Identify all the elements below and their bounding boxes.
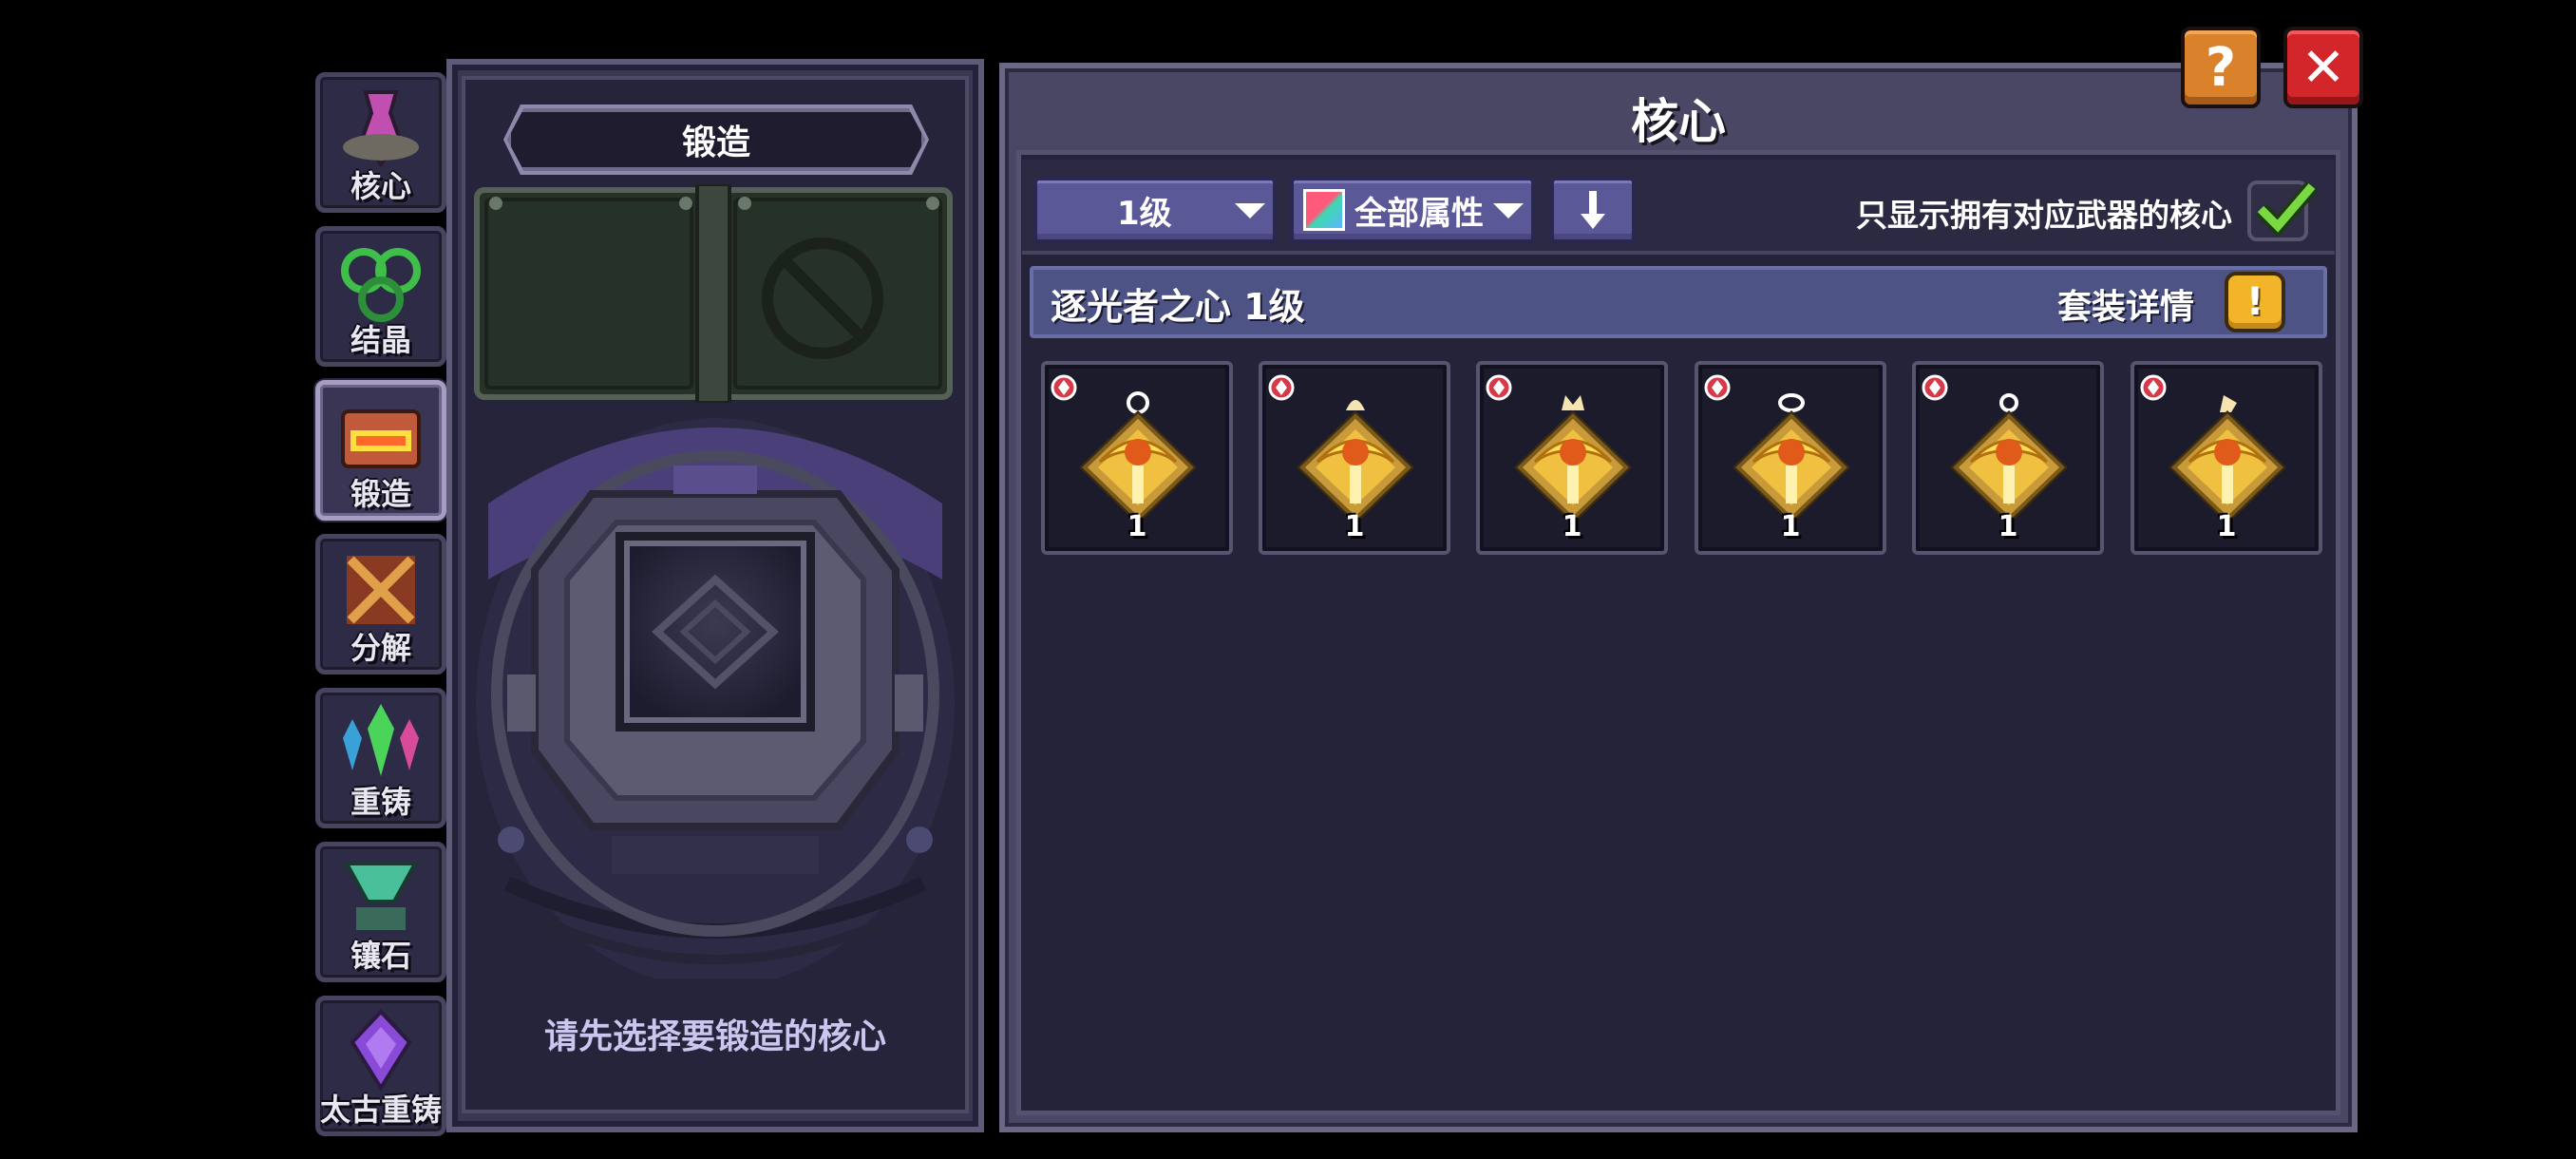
tab-label: 重铸 bbox=[350, 784, 411, 820]
core-level: 1 bbox=[1562, 510, 1582, 543]
sort-order-button[interactable] bbox=[1550, 177, 1636, 243]
owned-weapon-toggle-label: 只显示拥有对应武器的核心 bbox=[1856, 197, 2232, 234]
forge-hint-text: 请先选择要锻造的核心 bbox=[543, 1017, 886, 1056]
tab-label: 镶石 bbox=[350, 938, 411, 974]
lightseeker-core-icon bbox=[1297, 400, 1414, 524]
core-level: 1 bbox=[1780, 510, 1801, 543]
level-filter-dropdown[interactable]: 1级 bbox=[1033, 177, 1277, 243]
close-button[interactable]: ✕ bbox=[2283, 27, 2363, 108]
tab-label: 太古重铸 bbox=[320, 1092, 443, 1128]
level-filter-value: 1级 bbox=[1117, 194, 1172, 233]
tab-inlay[interactable]: 镶石 bbox=[315, 842, 446, 982]
chevron-down-icon bbox=[1235, 203, 1265, 218]
forge-title: 锻造 bbox=[507, 108, 925, 171]
core-level: 1 bbox=[1344, 510, 1365, 543]
attribute-color-icon bbox=[1303, 189, 1345, 231]
chevron-down-icon bbox=[1493, 203, 1524, 218]
owned-weapon-checkbox[interactable] bbox=[2247, 180, 2319, 241]
tab-label: 分解 bbox=[350, 630, 411, 666]
tab-label: 锻造 bbox=[350, 476, 411, 512]
help-button[interactable]: ? bbox=[2181, 27, 2261, 108]
set-name: 逐光者之心 1级 bbox=[1051, 286, 1305, 328]
tab-ancient-recast[interactable]: 太古重铸 bbox=[315, 996, 446, 1136]
core-level: 1 bbox=[1127, 510, 1147, 543]
tab-core[interactable]: 核心 bbox=[315, 72, 446, 213]
core-slot[interactable]: 1 bbox=[1476, 361, 1668, 555]
tab-crystal[interactable]: 结晶 bbox=[315, 226, 446, 367]
core-slot[interactable]: 1 bbox=[1259, 361, 1450, 555]
lightseeker-core-icon bbox=[1079, 391, 1197, 524]
checkmark-icon bbox=[2255, 180, 2319, 238]
lightseeker-core-icon bbox=[1950, 393, 2068, 524]
tab-recast[interactable]: 重铸 bbox=[315, 688, 446, 828]
tab-forge[interactable]: 锻造 bbox=[315, 380, 446, 521]
tab-disassemble[interactable]: 分解 bbox=[315, 534, 446, 674]
tab-label: 结晶 bbox=[350, 322, 411, 358]
set-detail-button[interactable]: ! bbox=[2225, 272, 2285, 332]
tab-label: 核心 bbox=[350, 168, 411, 204]
crystal-tab-icon bbox=[341, 248, 421, 322]
core-slot[interactable]: 1 bbox=[1912, 361, 2104, 555]
core-slot[interactable]: 1 bbox=[1041, 361, 1233, 555]
attribute-filter-value: 全部属性 bbox=[1354, 194, 1484, 233]
forge-slot-disabled-icon bbox=[762, 238, 883, 359]
lightseeker-core-icon bbox=[1733, 393, 1850, 524]
attribute-filter-dropdown[interactable]: 全部属性 bbox=[1290, 177, 1535, 243]
core-slot[interactable]: 1 bbox=[2131, 361, 2322, 555]
disassemble-tab-icon bbox=[347, 556, 415, 624]
forge-tab-icon bbox=[341, 409, 421, 468]
core-level: 1 bbox=[1998, 510, 2018, 543]
recast-tab-icon bbox=[343, 704, 419, 776]
lightseeker-core-icon bbox=[1514, 395, 1632, 524]
core-level: 1 bbox=[2216, 510, 2237, 543]
forge-machine bbox=[476, 418, 955, 978]
core-tab-icon bbox=[343, 90, 419, 168]
lightseeker-core-icon bbox=[2169, 395, 2286, 524]
arrow-down-icon bbox=[1581, 191, 1605, 229]
set-detail-label[interactable]: 套装详情 bbox=[2057, 279, 2194, 329]
panel-title: 核心 bbox=[1631, 94, 1726, 149]
core-slot[interactable]: 1 bbox=[1695, 361, 1886, 555]
ancient-recast-tab-icon bbox=[350, 1009, 412, 1092]
inlay-tab-icon bbox=[343, 862, 419, 930]
